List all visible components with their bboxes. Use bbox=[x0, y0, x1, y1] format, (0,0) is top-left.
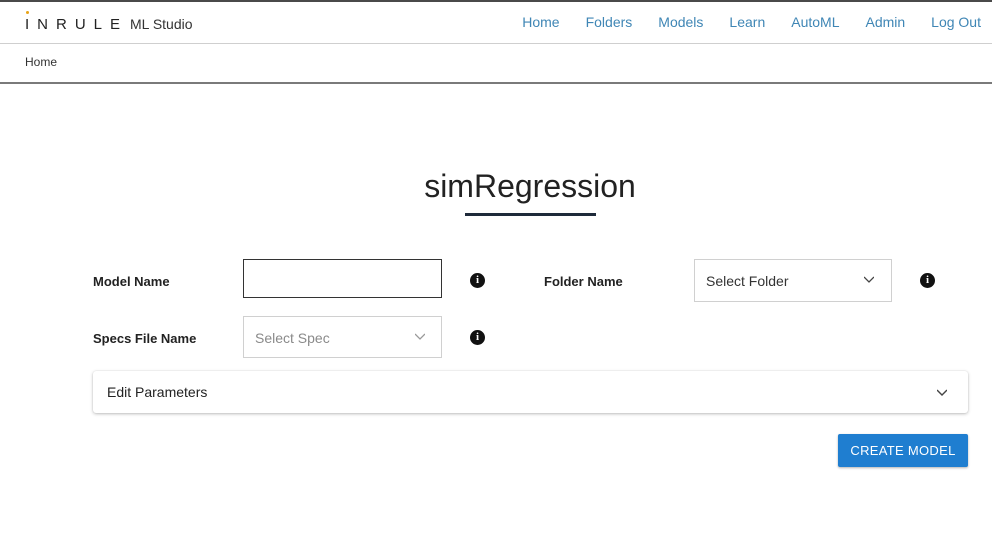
title-underline bbox=[465, 213, 596, 216]
folder-name-info-icon[interactable]: i bbox=[920, 273, 935, 288]
top-nav-bar: INRULE ML Studio Home Folders Models Lea… bbox=[0, 0, 992, 44]
nav-logout[interactable]: Log Out bbox=[931, 14, 981, 30]
model-name-label: Model Name bbox=[93, 274, 170, 289]
breadcrumb-home[interactable]: Home bbox=[25, 55, 57, 69]
nav-folders[interactable]: Folders bbox=[586, 14, 633, 30]
create-model-button[interactable]: CREATE MODEL bbox=[838, 434, 968, 467]
app-logo[interactable]: INRULE ML Studio bbox=[25, 11, 193, 33]
nav-learn[interactable]: Learn bbox=[729, 14, 765, 30]
spec-select-value: Select Spec bbox=[255, 330, 330, 346]
main-nav: Home Folders Models Learn AutoML Admin L… bbox=[522, 14, 981, 30]
logo-dot-icon bbox=[26, 11, 29, 14]
chevron-down-icon bbox=[864, 276, 874, 283]
nav-home[interactable]: Home bbox=[522, 14, 559, 30]
specs-file-name-label: Specs File Name bbox=[93, 331, 197, 346]
chevron-down-icon bbox=[415, 333, 425, 340]
model-name-input[interactable] bbox=[243, 259, 442, 298]
page-title: simRegression bbox=[424, 168, 636, 204]
folder-name-label: Folder Name bbox=[544, 274, 623, 289]
folder-select[interactable]: Select Folder bbox=[694, 259, 892, 302]
edit-parameters-label: Edit Parameters bbox=[107, 384, 208, 400]
edit-parameters-accordion[interactable]: Edit Parameters bbox=[93, 371, 968, 413]
specs-info-icon[interactable]: i bbox=[470, 330, 485, 345]
spec-select[interactable]: Select Spec bbox=[243, 316, 442, 358]
nav-automl[interactable]: AutoML bbox=[791, 14, 839, 30]
logo-wordmark: INRULE bbox=[25, 11, 128, 33]
chevron-down-icon[interactable] bbox=[937, 387, 947, 397]
nav-models[interactable]: Models bbox=[658, 14, 703, 30]
nav-admin[interactable]: Admin bbox=[865, 14, 905, 30]
model-name-info-icon[interactable]: i bbox=[470, 273, 485, 288]
folder-select-value: Select Folder bbox=[706, 273, 789, 289]
breadcrumb: Home bbox=[0, 44, 992, 84]
logo-subtitle: ML Studio bbox=[130, 16, 193, 32]
